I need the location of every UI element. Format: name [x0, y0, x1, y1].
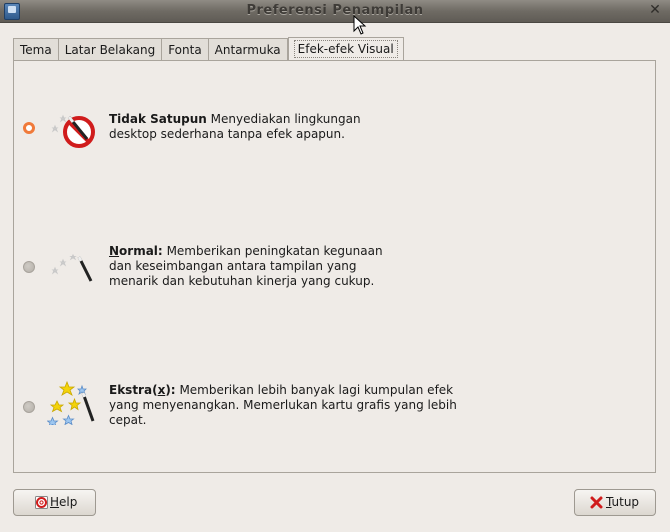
radio-tidak-satupun[interactable] — [23, 122, 35, 134]
option-line: yang menyenangkan. Memerlukan kartu graf… — [109, 398, 457, 412]
option-line: menarik dan kebutuhan kinerja yang cukup… — [109, 274, 375, 288]
help-lifebuoy-icon — [35, 496, 48, 509]
no-effects-wand-icon — [51, 114, 95, 148]
tab-antarmuka[interactable]: Antarmuka — [207, 38, 288, 61]
tab-tema[interactable]: Tema — [13, 38, 58, 61]
mnemonic-t: T — [606, 495, 612, 509]
help-button[interactable]: Help — [13, 489, 96, 516]
option-line: dan keseimbangan antara tampilan yang — [109, 259, 357, 273]
tab-efek-label: Efek-efek Visual — [293, 40, 398, 58]
option-line: Memberikan lebih banyak lagi kumpulan ef… — [179, 383, 454, 397]
magic-wand-stars-icon — [47, 381, 95, 425]
close-button[interactable]: Tutup — [574, 489, 656, 516]
tab-latar-belakang[interactable]: Latar Belakang — [57, 38, 162, 61]
window-titlebar[interactable]: Preferensi Penampilan ✕ — [0, 0, 670, 23]
tab-fonta[interactable]: Fonta — [161, 38, 208, 61]
magic-wand-icon — [51, 253, 93, 282]
option-line: Memberikan peningkatan kegunaan — [166, 244, 383, 258]
mnemonic-h: H — [50, 495, 60, 509]
tab-efek-efek-visual[interactable]: Efek-efek Visual — [287, 37, 404, 62]
close-x-icon — [590, 496, 603, 509]
close-button-label: Tutup — [606, 495, 640, 509]
mnemonic-n: N — [109, 244, 120, 258]
option-title-suffix: ): — [165, 383, 176, 397]
radio-ekstra[interactable] — [23, 401, 35, 413]
option-line: cepat. — [109, 413, 147, 427]
option-title: Tidak Satupun — [109, 112, 207, 126]
window-close-icon[interactable]: ✕ — [648, 3, 662, 17]
option-description: Normal: Memberikan peningkatan kegunaan … — [109, 244, 383, 289]
visual-effects-panel: Tidak Satupun Menyediakan lingkungan des… — [13, 60, 656, 473]
option-description: Ekstra(x): Memberikan lebih banyak lagi … — [109, 383, 457, 428]
tab-bar: Tema Latar Belakang Fonta Antarmuka Efek… — [13, 36, 404, 62]
window-title: Preferensi Penampilan — [246, 3, 424, 18]
option-title-prefix: Ekstra( — [109, 383, 158, 397]
help-button-label: Help — [50, 495, 78, 509]
option-line: Menyediakan lingkungan — [210, 112, 361, 126]
radio-normal[interactable] — [23, 261, 35, 273]
mouse-cursor-icon — [353, 15, 367, 35]
option-line: desktop sederhana tanpa efek apapun. — [109, 127, 345, 141]
option-description: Tidak Satupun Menyediakan lingkungan des… — [109, 112, 361, 142]
option-title-rest: ormal: — [119, 244, 163, 258]
